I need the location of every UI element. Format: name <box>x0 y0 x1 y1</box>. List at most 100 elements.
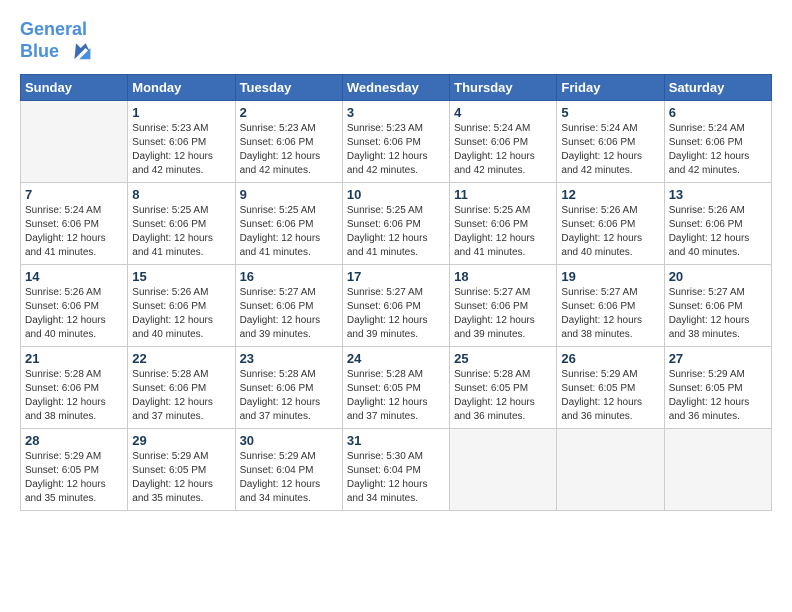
day-number: 9 <box>240 187 338 202</box>
day-number: 16 <box>240 269 338 284</box>
calendar-week-2: 7 Sunrise: 5:24 AMSunset: 6:06 PMDaylight… <box>21 182 772 264</box>
day-info: Sunrise: 5:26 AMSunset: 6:06 PMDaylight:… <box>132 286 230 342</box>
day-info: Sunrise: 5:24 AMSunset: 6:06 PMDaylight:… <box>454 122 552 178</box>
day-number: 15 <box>132 269 230 284</box>
calendar-week-5: 28Sunrise: 5:29 AMSunset: 6:05 PMDayligh… <box>21 428 772 510</box>
calendar-cell <box>450 428 557 510</box>
day-info: Sunrise: 5:28 AMSunset: 6:06 PMDaylight:… <box>132 368 230 424</box>
col-header-sunday: Sunday <box>21 74 128 100</box>
logo-icon <box>68 40 92 64</box>
day-number: 5 <box>561 105 659 120</box>
calendar-cell: 9 Sunrise: 5:25 AMSunset: 6:06 PMDaylight… <box>235 182 342 264</box>
day-info: Sunrise: 5:25 AMSunset: 6:06 PMDaylight:… <box>132 204 230 260</box>
calendar-cell <box>557 428 664 510</box>
day-info: Sunrise: 5:24 AMSunset: 6:06 PMDaylight:… <box>25 204 123 260</box>
day-info: Sunrise: 5:29 AMSunset: 6:05 PMDaylight:… <box>561 368 659 424</box>
day-info: Sunrise: 5:25 AMSunset: 6:06 PMDaylight:… <box>240 204 338 260</box>
day-number: 10 <box>347 187 445 202</box>
calendar-cell: 29 Sunrise: 5:29 AMSunset: 6:05 PMDayligh… <box>128 428 235 510</box>
calendar-cell: 12 Sunrise: 5:26 AMSunset: 6:06 PMDayligh… <box>557 182 664 264</box>
day-info: Sunrise: 5:29 AMSunset: 6:05 PMDaylight:… <box>25 450 123 506</box>
day-number: 27 <box>669 351 767 366</box>
calendar-cell: 3Sunrise: 5:23 AMSunset: 6:06 PMDaylight… <box>342 100 449 182</box>
calendar-cell: 31 Sunrise: 5:30 AMSunset: 6:04 PMDayligh… <box>342 428 449 510</box>
day-info: Sunrise: 5:23 AMSunset: 6:06 PMDaylight:… <box>240 122 338 178</box>
day-info: Sunrise: 5:25 AMSunset: 6:06 PMDaylight:… <box>454 204 552 260</box>
day-number: 23 <box>240 351 338 366</box>
col-header-thursday: Thursday <box>450 74 557 100</box>
calendar-cell: 18Sunrise: 5:27 AMSunset: 6:06 PMDayligh… <box>450 264 557 346</box>
day-info: Sunrise: 5:26 AMSunset: 6:06 PMDaylight:… <box>25 286 123 342</box>
day-info: Sunrise: 5:24 AMSunset: 6:06 PMDaylight:… <box>561 122 659 178</box>
col-header-saturday: Saturday <box>664 74 771 100</box>
calendar-cell: 28Sunrise: 5:29 AMSunset: 6:05 PMDayligh… <box>21 428 128 510</box>
calendar-cell: 13Sunrise: 5:26 AMSunset: 6:06 PMDayligh… <box>664 182 771 264</box>
day-info: Sunrise: 5:30 AMSunset: 6:04 PMDaylight:… <box>347 450 445 506</box>
day-number: 30 <box>240 433 338 448</box>
day-info: Sunrise: 5:27 AMSunset: 6:06 PMDaylight:… <box>669 286 767 342</box>
calendar-cell: 27 Sunrise: 5:29 AMSunset: 6:05 PMDayligh… <box>664 346 771 428</box>
col-header-monday: Monday <box>128 74 235 100</box>
calendar-cell: 7 Sunrise: 5:24 AMSunset: 6:06 PMDaylight… <box>21 182 128 264</box>
calendar-table: SundayMondayTuesdayWednesdayThursdayFrid… <box>20 74 772 511</box>
calendar-cell: 14 Sunrise: 5:26 AMSunset: 6:06 PMDayligh… <box>21 264 128 346</box>
day-info: Sunrise: 5:29 AMSunset: 6:05 PMDaylight:… <box>132 450 230 506</box>
day-number: 22 <box>132 351 230 366</box>
day-number: 12 <box>561 187 659 202</box>
day-info: Sunrise: 5:28 AMSunset: 6:05 PMDaylight:… <box>347 368 445 424</box>
calendar-cell: 5 Sunrise: 5:24 AMSunset: 6:06 PMDaylight… <box>557 100 664 182</box>
day-number: 6 <box>669 105 767 120</box>
day-number: 20 <box>669 269 767 284</box>
col-header-tuesday: Tuesday <box>235 74 342 100</box>
day-info: Sunrise: 5:29 AMSunset: 6:05 PMDaylight:… <box>669 368 767 424</box>
calendar-cell: 23 Sunrise: 5:28 AMSunset: 6:06 PMDayligh… <box>235 346 342 428</box>
page-header: General Blue <box>20 20 772 64</box>
calendar-cell <box>21 100 128 182</box>
calendar-cell: 15 Sunrise: 5:26 AMSunset: 6:06 PMDayligh… <box>128 264 235 346</box>
calendar-week-1: 1 Sunrise: 5:23 AMSunset: 6:06 PMDaylight… <box>21 100 772 182</box>
calendar-cell: 26 Sunrise: 5:29 AMSunset: 6:05 PMDayligh… <box>557 346 664 428</box>
col-header-friday: Friday <box>557 74 664 100</box>
day-number: 25 <box>454 351 552 366</box>
day-info: Sunrise: 5:25 AMSunset: 6:06 PMDaylight:… <box>347 204 445 260</box>
calendar-cell: 30 Sunrise: 5:29 AMSunset: 6:04 PMDayligh… <box>235 428 342 510</box>
day-info: Sunrise: 5:23 AMSunset: 6:06 PMDaylight:… <box>132 122 230 178</box>
calendar-cell: 22 Sunrise: 5:28 AMSunset: 6:06 PMDayligh… <box>128 346 235 428</box>
calendar-week-3: 14 Sunrise: 5:26 AMSunset: 6:06 PMDayligh… <box>21 264 772 346</box>
day-info: Sunrise: 5:28 AMSunset: 6:06 PMDaylight:… <box>25 368 123 424</box>
day-info: Sunrise: 5:27 AMSunset: 6:06 PMDaylight:… <box>240 286 338 342</box>
calendar-header-row: SundayMondayTuesdayWednesdayThursdayFrid… <box>21 74 772 100</box>
calendar-cell: 4 Sunrise: 5:24 AMSunset: 6:06 PMDaylight… <box>450 100 557 182</box>
day-info: Sunrise: 5:24 AMSunset: 6:06 PMDaylight:… <box>669 122 767 178</box>
day-number: 3 <box>347 105 445 120</box>
day-info: Sunrise: 5:29 AMSunset: 6:04 PMDaylight:… <box>240 450 338 506</box>
day-number: 4 <box>454 105 552 120</box>
day-number: 29 <box>132 433 230 448</box>
day-number: 14 <box>25 269 123 284</box>
day-number: 24 <box>347 351 445 366</box>
day-info: Sunrise: 5:26 AMSunset: 6:06 PMDaylight:… <box>669 204 767 260</box>
calendar-cell: 1 Sunrise: 5:23 AMSunset: 6:06 PMDaylight… <box>128 100 235 182</box>
day-number: 26 <box>561 351 659 366</box>
calendar-cell: 24 Sunrise: 5:28 AMSunset: 6:05 PMDayligh… <box>342 346 449 428</box>
day-info: Sunrise: 5:26 AMSunset: 6:06 PMDaylight:… <box>561 204 659 260</box>
day-number: 31 <box>347 433 445 448</box>
calendar-cell: 2 Sunrise: 5:23 AMSunset: 6:06 PMDaylight… <box>235 100 342 182</box>
day-number: 2 <box>240 105 338 120</box>
day-info: Sunrise: 5:28 AMSunset: 6:06 PMDaylight:… <box>240 368 338 424</box>
day-number: 7 <box>25 187 123 202</box>
col-header-wednesday: Wednesday <box>342 74 449 100</box>
calendar-cell <box>664 428 771 510</box>
day-number: 18 <box>454 269 552 284</box>
day-number: 17 <box>347 269 445 284</box>
calendar-cell: 19Sunrise: 5:27 AMSunset: 6:06 PMDayligh… <box>557 264 664 346</box>
day-number: 1 <box>132 105 230 120</box>
logo-blue: Blue <box>20 41 59 61</box>
calendar-cell: 6 Sunrise: 5:24 AMSunset: 6:06 PMDaylight… <box>664 100 771 182</box>
calendar-cell: 21Sunrise: 5:28 AMSunset: 6:06 PMDayligh… <box>21 346 128 428</box>
calendar-cell: 20 Sunrise: 5:27 AMSunset: 6:06 PMDayligh… <box>664 264 771 346</box>
calendar-cell: 8Sunrise: 5:25 AMSunset: 6:06 PMDaylight… <box>128 182 235 264</box>
logo-general: General <box>20 19 87 39</box>
day-info: Sunrise: 5:28 AMSunset: 6:05 PMDaylight:… <box>454 368 552 424</box>
calendar-cell: 17Sunrise: 5:27 AMSunset: 6:06 PMDayligh… <box>342 264 449 346</box>
